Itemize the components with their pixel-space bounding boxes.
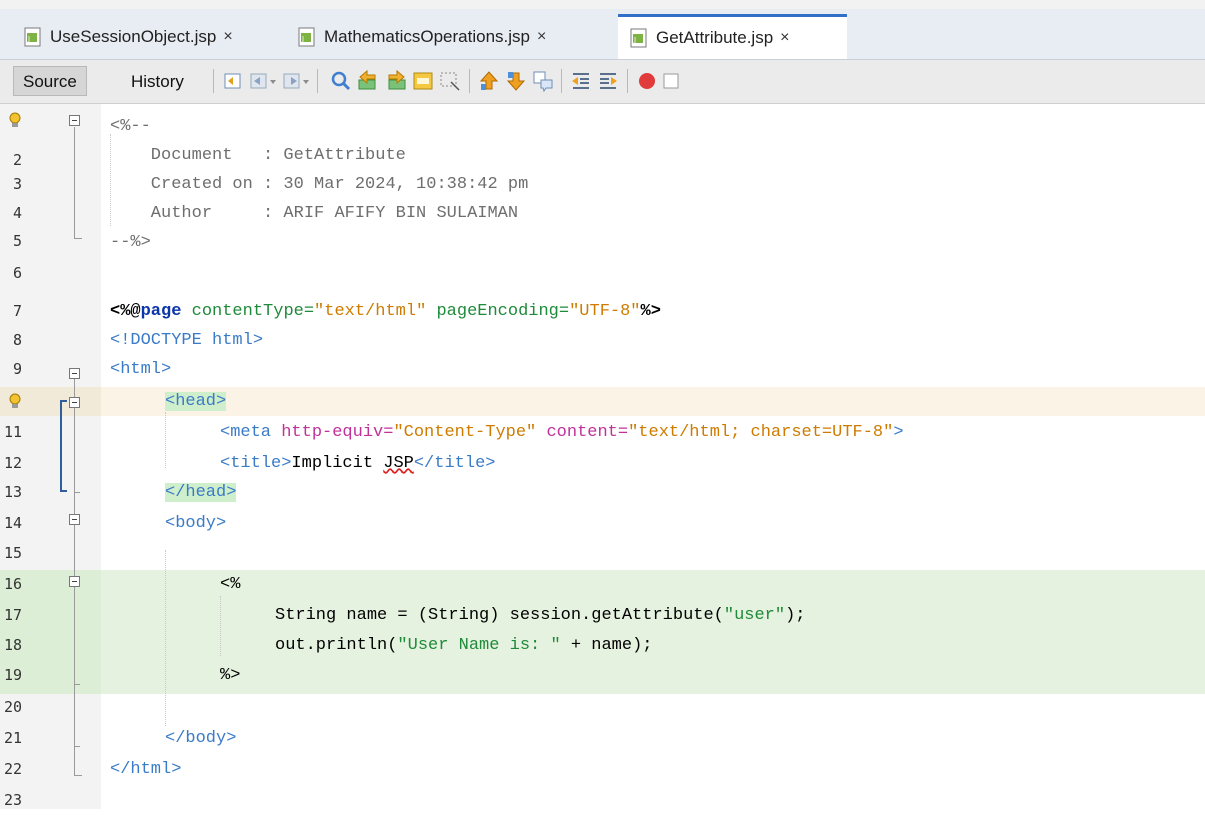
jsp-file-icon: J [298, 27, 316, 47]
next-bookmark-icon[interactable] [505, 70, 527, 92]
line-number: 15 [3, 544, 22, 562]
indent-guide [165, 412, 166, 468]
fold-toggle[interactable] [69, 514, 80, 525]
find-previous-icon[interactable] [357, 70, 379, 92]
code-editor[interactable]: 2 3 4 5 6 7 8 9 11 12 13 14 15 16 17 18 … [0, 104, 1205, 809]
code-line-1: <%-- [110, 117, 151, 136]
line-number: 4 [12, 204, 22, 222]
line-number: 16 [3, 575, 22, 593]
code-line-12: <title>Implicit JSP</title> [220, 454, 496, 473]
window-top-strip [0, 0, 1205, 9]
tab-label: UseSessionObject.jsp [50, 26, 217, 46]
find-selection-icon[interactable] [330, 70, 352, 92]
last-edit-icon[interactable] [222, 70, 244, 92]
code-line-19: %> [220, 666, 241, 685]
back-icon[interactable] [248, 70, 270, 92]
tab-getattribute[interactable]: J GetAttribute.jsp × [618, 14, 847, 59]
line-number: 17 [3, 606, 22, 624]
code-line-5: --%> [110, 233, 151, 252]
code-line-8: <!DOCTYPE html> [110, 331, 264, 350]
line-number: 19 [3, 666, 22, 684]
chevron-down-icon[interactable] [268, 70, 278, 92]
fold-toggle[interactable] [69, 397, 80, 408]
history-button[interactable]: History [121, 66, 194, 96]
fold-line [74, 492, 80, 493]
code-line-4: Author : ARIF AFIFY BIN SULAIMAN [110, 204, 519, 223]
indent-guide [165, 550, 166, 726]
source-button[interactable]: Source [13, 66, 87, 96]
svg-text:J: J [301, 35, 304, 43]
line-number: 22 [3, 760, 22, 778]
chevron-down-icon[interactable] [301, 70, 311, 92]
fold-line [74, 127, 75, 238]
toolbar-separator [561, 69, 562, 93]
fold-toggle[interactable] [69, 576, 80, 587]
code-line-18: out.println("User Name is: " + name); [275, 636, 653, 655]
code-line-21: </body> [165, 729, 237, 748]
toolbar-separator [317, 69, 318, 93]
previous-bookmark-icon[interactable] [478, 70, 500, 92]
editor-toolbar: Source History [0, 60, 1205, 104]
svg-text:J: J [633, 36, 636, 44]
close-icon[interactable]: × [537, 28, 546, 46]
toggle-rectangular-selection-icon[interactable] [439, 70, 461, 92]
shift-right-icon[interactable] [597, 70, 619, 92]
shift-left-icon[interactable] [570, 70, 592, 92]
toolbar-separator [469, 69, 470, 93]
svg-text:J: J [27, 35, 30, 43]
code-line-13: </head> [165, 483, 237, 502]
start-macro-icon[interactable] [636, 70, 658, 92]
bracket-match-marker [60, 400, 67, 492]
hint-bulb-icon[interactable] [8, 112, 22, 130]
line-number: 12 [3, 454, 22, 472]
fold-toggle[interactable] [69, 115, 80, 126]
code-line-22: </html> [110, 760, 182, 779]
toggle-highlight-icon[interactable] [412, 70, 434, 92]
hint-bulb-icon[interactable] [8, 393, 22, 411]
line-number: 14 [3, 514, 22, 532]
tab-usesessionobject[interactable]: J UseSessionObject.jsp × [12, 14, 243, 59]
line-number: 11 [3, 423, 22, 441]
code-line-10: <head> [165, 392, 227, 411]
line-number: 21 [3, 729, 22, 747]
code-line-17: String name = (String) session.getAttrib… [275, 606, 806, 625]
fold-toggle[interactable] [69, 368, 80, 379]
line-number: 7 [12, 302, 22, 320]
line-number: 13 [3, 483, 22, 501]
code-line-9: <html> [110, 360, 172, 379]
editor-tab-bar: J UseSessionObject.jsp × J MathematicsOp… [0, 9, 1205, 60]
find-next-icon[interactable] [385, 70, 407, 92]
close-icon[interactable]: × [780, 29, 789, 47]
line-number: 5 [12, 232, 22, 250]
stop-macro-icon[interactable] [660, 70, 682, 92]
line-number: 18 [3, 636, 22, 654]
line-number: 3 [12, 175, 22, 193]
code-line-2: Document : GetAttribute [110, 146, 406, 165]
fold-line [74, 775, 82, 776]
code-line-7: <%@page contentType="text/html" pageEnco… [110, 302, 661, 321]
code-line-16: <% [220, 575, 241, 594]
tab-label: GetAttribute.jsp [656, 28, 774, 47]
line-number: 20 [3, 698, 22, 716]
fold-line [74, 684, 80, 685]
toolbar-separator [627, 69, 628, 93]
line-number: 9 [12, 360, 22, 378]
code-line-11: <meta http-equiv="Content-Type" content=… [220, 423, 904, 442]
line-number: 23 [3, 791, 22, 809]
toolbar-separator [213, 69, 214, 93]
forward-icon[interactable] [281, 70, 303, 92]
line-number: 8 [12, 331, 22, 349]
jsp-file-icon: J [630, 28, 648, 48]
close-icon[interactable]: × [223, 28, 232, 46]
code-line-14: <body> [165, 514, 227, 533]
fold-line [74, 746, 80, 747]
fold-line [74, 238, 82, 239]
code-line-3: Created on : 30 Mar 2024, 10:38:42 pm [110, 175, 529, 194]
toggle-bookmark-icon[interactable] [532, 70, 554, 92]
jsp-file-icon: J [24, 27, 42, 47]
tab-mathematicsoperations[interactable]: J MathematicsOperations.jsp × [286, 14, 556, 59]
line-number: 6 [12, 264, 22, 282]
tab-label: MathematicsOperations.jsp [324, 26, 530, 46]
indent-guide [220, 596, 221, 656]
